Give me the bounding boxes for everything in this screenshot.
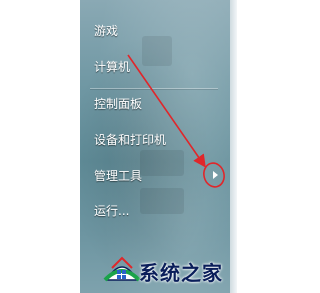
desktop-background-left: [0, 0, 80, 293]
watermark-logo-icon: [103, 256, 141, 282]
watermark: 系统之家: [103, 250, 269, 288]
faded-background-window: [140, 150, 184, 176]
menu-separator: [90, 88, 218, 89]
watermark-brand-text: 系统之家: [139, 261, 223, 285]
faded-background-window: [140, 188, 184, 214]
menu-item-administrative-tools[interactable]: 管理工具: [94, 165, 142, 187]
submenu-arrow-icon[interactable]: [206, 165, 224, 185]
menu-item-run[interactable]: 运行...: [94, 200, 129, 222]
menu-item-control-panel[interactable]: 控制面板: [94, 93, 142, 115]
menu-item-devices-and-printers[interactable]: 设备和打印机: [94, 129, 166, 151]
faded-user-picture: [142, 36, 172, 66]
menu-item-computer[interactable]: 计算机: [94, 56, 130, 78]
menu-item-games[interactable]: 游戏: [94, 20, 118, 42]
